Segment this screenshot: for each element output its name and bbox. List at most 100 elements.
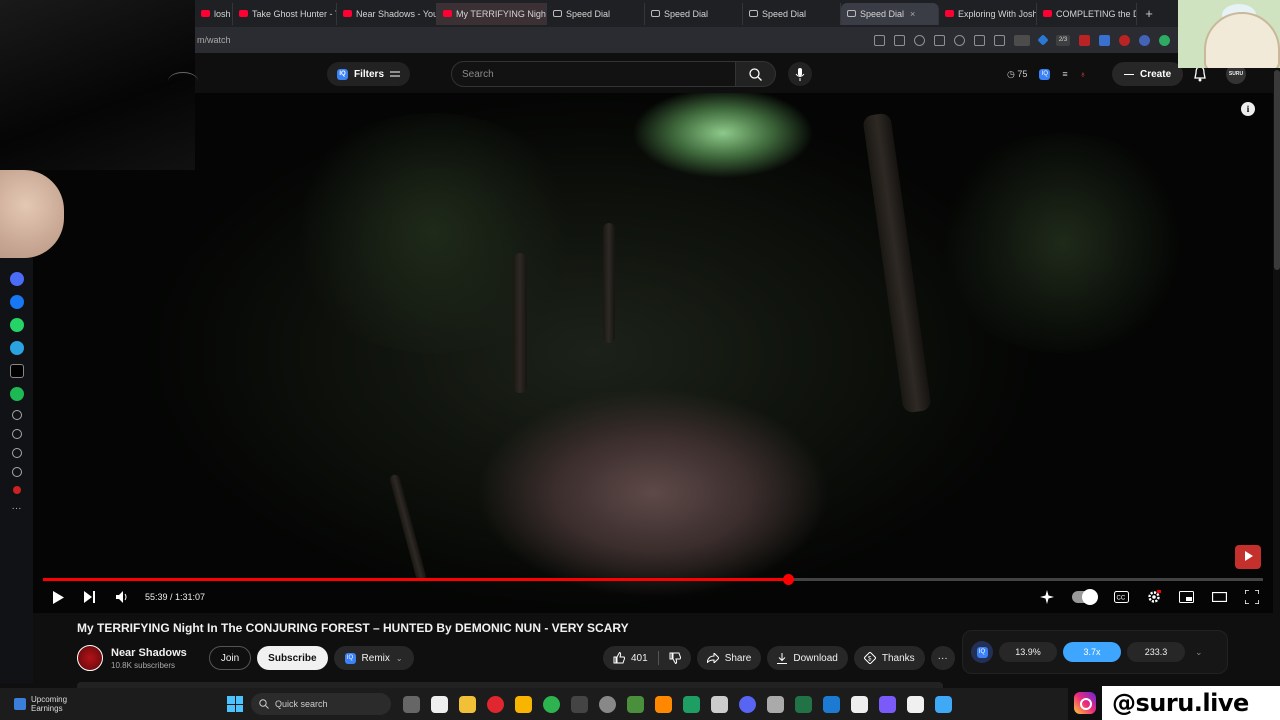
extension-icon[interactable] xyxy=(1159,34,1170,46)
video-player[interactable]: i 55:39 / 1:31:07 CC xyxy=(33,93,1273,613)
heart-icon[interactable] xyxy=(954,34,965,46)
store-icon[interactable] xyxy=(431,695,449,713)
recorder-icon[interactable] xyxy=(1079,34,1090,46)
opera-icon[interactable] xyxy=(487,695,505,713)
dislike-button[interactable] xyxy=(669,652,681,664)
app-icon[interactable] xyxy=(543,695,561,713)
play-button[interactable] xyxy=(51,590,65,604)
app-icon[interactable] xyxy=(627,695,645,713)
settings-icon[interactable] xyxy=(1147,590,1161,604)
autoplay-toggle[interactable] xyxy=(1072,589,1098,605)
whatsapp-icon[interactable] xyxy=(9,318,24,332)
theater-mode-icon[interactable] xyxy=(1212,592,1227,602)
obs-icon[interactable] xyxy=(851,695,869,713)
new-tab-button[interactable]: + xyxy=(1137,6,1161,21)
browser-tab[interactable]: COMPLETING the DEA xyxy=(1037,2,1137,25)
chevron-down-icon[interactable]: ⌄ xyxy=(1195,647,1203,658)
file-explorer-icon[interactable] xyxy=(459,695,477,713)
lightning-icon[interactable] xyxy=(515,695,533,713)
diamond-icon[interactable] xyxy=(1037,34,1049,46)
progress-bar[interactable] xyxy=(43,574,1263,585)
create-button[interactable]: — Create xyxy=(1112,62,1184,86)
award-icon[interactable]: ♁ xyxy=(1080,69,1087,79)
channel-avatar[interactable] xyxy=(77,645,103,671)
vlc-icon[interactable] xyxy=(655,695,673,713)
excel-icon[interactable] xyxy=(795,695,813,713)
camera-icon[interactable] xyxy=(914,34,925,46)
iq-logo-icon[interactable]: IQ xyxy=(971,641,993,663)
browser-tab-current-video[interactable]: My TERRIFYING Night xyxy=(437,2,547,25)
scrollbar[interactable] xyxy=(1274,70,1280,270)
remix-button[interactable]: IQ Remix ⌄ xyxy=(333,646,414,670)
mute-button[interactable] xyxy=(115,590,129,604)
record-icon[interactable] xyxy=(12,486,21,494)
app-icon[interactable] xyxy=(879,695,897,713)
url-field[interactable]: m/watch xyxy=(195,35,874,45)
thanks-button[interactable]: $ Thanks xyxy=(853,646,925,670)
subscribe-watermark[interactable] xyxy=(1235,545,1261,569)
share-button[interactable]: Share xyxy=(696,646,762,670)
telegram-icon[interactable] xyxy=(9,341,24,355)
play-icon[interactable] xyxy=(934,34,945,46)
download-button[interactable]: Download xyxy=(767,646,848,670)
chrome-icon[interactable] xyxy=(599,695,617,713)
photos-icon[interactable] xyxy=(935,695,953,713)
extension-badge[interactable]: 2/3 xyxy=(1056,34,1070,46)
notepad-icon[interactable] xyxy=(907,695,925,713)
filters-button[interactable]: IQ Filters xyxy=(327,62,411,86)
browser-tab[interactable]: Near Shadows - YouTu xyxy=(337,2,437,25)
close-tab-icon[interactable]: × xyxy=(910,9,915,19)
discord-icon[interactable] xyxy=(739,695,757,713)
list-icon[interactable]: ≡ xyxy=(1062,69,1067,79)
browser-tab-active[interactable]: Speed Dial × xyxy=(841,2,939,25)
cs-icon[interactable] xyxy=(9,272,24,286)
translate-icon[interactable] xyxy=(1139,34,1150,46)
taskbar-search[interactable]: Quick search xyxy=(251,693,392,715)
share-page-icon[interactable] xyxy=(894,34,905,46)
channel-name[interactable]: Near Shadows xyxy=(111,647,187,659)
subscribe-button[interactable]: Subscribe xyxy=(257,646,328,670)
history-icon[interactable] xyxy=(11,448,22,458)
fullscreen-icon[interactable] xyxy=(1245,590,1259,604)
spotify-icon[interactable] xyxy=(9,387,24,401)
browser-tab[interactable]: losh - xyxy=(195,2,233,25)
search-input[interactable]: Search xyxy=(451,61,736,87)
screenshot-icon[interactable] xyxy=(874,34,885,46)
sparkle-icon[interactable] xyxy=(1040,590,1054,604)
more-actions-button[interactable]: ··· xyxy=(930,646,955,670)
browser-tab[interactable]: Speed Dial xyxy=(645,2,743,25)
browser-tab[interactable]: Exploring With Josh - xyxy=(939,2,1037,25)
captions-icon[interactable]: CC xyxy=(1114,591,1129,603)
browser-tab[interactable]: Speed Dial xyxy=(743,2,841,25)
windows-start-button[interactable] xyxy=(227,696,244,712)
like-button[interactable]: 401 xyxy=(613,652,648,664)
notifications-bell-icon[interactable] xyxy=(1193,66,1207,82)
browser-tab[interactable]: Take Ghost Hunter - Y xyxy=(233,2,337,25)
browser-tab[interactable]: Speed Dial xyxy=(547,2,645,25)
voice-search-button[interactable] xyxy=(788,62,812,86)
extension-icon[interactable] xyxy=(1099,34,1110,46)
messenger-icon[interactable] xyxy=(9,295,24,309)
heart-icon[interactable] xyxy=(11,429,22,439)
info-icon[interactable]: i xyxy=(1241,102,1255,116)
join-button[interactable]: Join xyxy=(208,646,252,670)
download-icon[interactable] xyxy=(974,34,985,46)
news-widget[interactable]: Upcoming Earnings xyxy=(14,695,67,713)
timer-counter[interactable]: ◷ 75 xyxy=(1007,69,1027,80)
app-icon[interactable] xyxy=(711,695,729,713)
app-icon[interactable] xyxy=(683,695,701,713)
app-icon[interactable] xyxy=(571,695,589,713)
app-icon[interactable] xyxy=(767,695,785,713)
settings-icon[interactable] xyxy=(11,467,22,477)
task-view-icon[interactable] xyxy=(403,695,421,713)
rss-icon[interactable] xyxy=(1119,34,1130,46)
extension-icon[interactable] xyxy=(1014,34,1030,46)
search-button[interactable] xyxy=(736,61,776,87)
app-icon[interactable] xyxy=(823,695,841,713)
next-button[interactable] xyxy=(83,590,97,604)
grid-icon[interactable] xyxy=(11,410,22,420)
x-icon[interactable] xyxy=(9,364,24,378)
miniplayer-icon[interactable] xyxy=(1179,591,1194,603)
menu-icon[interactable] xyxy=(994,34,1005,46)
iq-icon[interactable]: IQ xyxy=(1039,68,1051,80)
